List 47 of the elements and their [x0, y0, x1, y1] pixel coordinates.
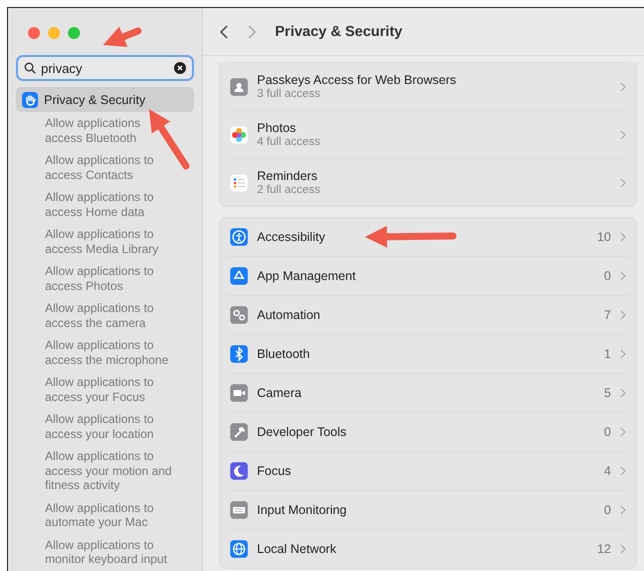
- chevron-icon: [620, 178, 626, 188]
- zoom-button[interactable]: [68, 27, 80, 39]
- sidebar-item[interactable]: Privacy & Security: [16, 87, 194, 112]
- accessibility-icon: [230, 228, 248, 246]
- chevron-icon: [620, 232, 626, 242]
- list-icon: [230, 174, 248, 192]
- search-box[interactable]: privacy: [16, 55, 194, 81]
- hammer-icon: [230, 423, 248, 441]
- chevron-icon: [620, 310, 626, 320]
- clear-icon[interactable]: [174, 62, 186, 74]
- chevron-icon: [620, 82, 626, 92]
- hand-icon: [22, 92, 38, 108]
- settings-row[interactable]: Camera 5: [228, 374, 628, 413]
- chevron-icon: [620, 427, 626, 437]
- back-button[interactable]: [219, 24, 229, 40]
- chevron-icon: [620, 544, 626, 554]
- settings-row[interactable]: Reminders 2 full access: [228, 159, 628, 206]
- window-title: Privacy & Security: [275, 24, 402, 40]
- chevron-icon: [620, 505, 626, 515]
- chevron-icon: [620, 130, 626, 140]
- search-icon: [24, 62, 36, 74]
- globe-icon: [230, 540, 248, 558]
- settings-row[interactable]: App Management 0: [228, 257, 628, 296]
- bluetooth-icon: [230, 345, 248, 363]
- app-store-icon: [230, 267, 248, 285]
- settings-row[interactable]: Focus 4: [228, 452, 628, 491]
- keyboard-icon: [230, 501, 248, 519]
- chevron-icon: [620, 466, 626, 476]
- close-button[interactable]: [28, 27, 40, 39]
- video-camera-icon: [230, 384, 248, 402]
- person-icon: [230, 78, 248, 96]
- chevron-icon: [620, 349, 626, 359]
- annotation-arrow: [103, 26, 142, 48]
- flower-icon: [230, 126, 248, 144]
- chevron-icon: [620, 271, 626, 281]
- settings-row[interactable]: Automation 7: [228, 296, 628, 335]
- minimize-button[interactable]: [48, 27, 60, 39]
- settings-row[interactable]: Bluetooth 1: [228, 335, 628, 374]
- settings-row[interactable]: Input Monitoring 0: [228, 491, 628, 530]
- settings-row[interactable]: Passkeys Access for Web Browsers 3 full access: [228, 62, 628, 111]
- gears-icon: [230, 306, 248, 324]
- settings-row[interactable]: Photos 4 full access: [228, 111, 628, 159]
- chevron-icon: [620, 388, 626, 398]
- settings-row[interactable]: Local Network 12: [228, 530, 628, 568]
- search-field[interactable]: privacy: [41, 60, 169, 76]
- settings-row[interactable]: Developer Tools 0: [228, 413, 628, 452]
- moon-icon: [230, 462, 248, 480]
